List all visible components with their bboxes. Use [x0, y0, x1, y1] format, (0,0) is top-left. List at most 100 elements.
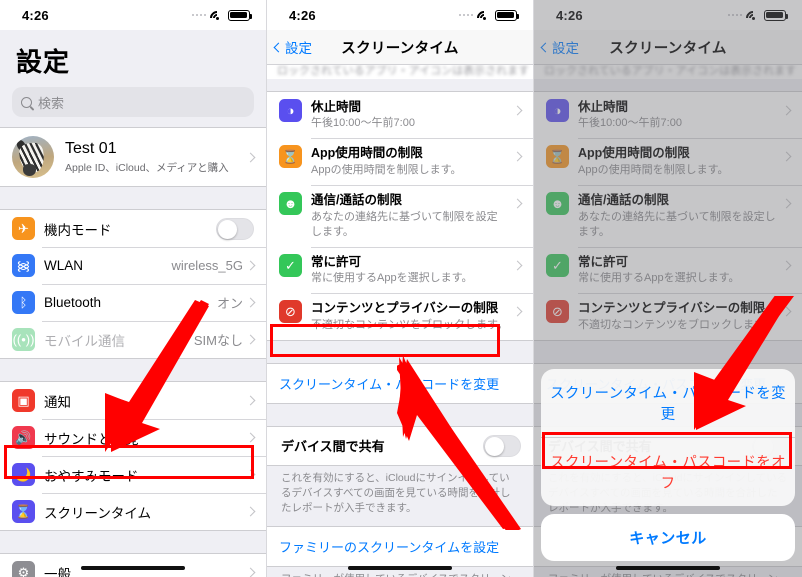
sidebar-item-airplane-mode[interactable]: ✈ 機内モード	[0, 210, 266, 247]
search-icon	[21, 96, 32, 108]
action-change-passcode-button[interactable]: スクリーンタイム・パスコードを変更	[541, 369, 795, 437]
chevron-right-icon	[245, 297, 256, 308]
status-time: 4:26	[22, 7, 49, 23]
signal-dots-icon	[458, 13, 473, 17]
status-indicators	[458, 8, 520, 28]
hourglass-icon: ⌛	[12, 500, 35, 523]
signal-dots-icon	[191, 13, 206, 17]
app-limits-icon: ⌛	[279, 145, 302, 169]
chevron-right-icon	[245, 469, 256, 480]
back-button[interactable]: 設定	[273, 37, 312, 57]
gear-icon: ⚙	[12, 561, 35, 577]
row-label: スクリーンタイム	[44, 505, 152, 521]
item-title: 休止時間	[311, 99, 362, 114]
list-item-communication-limits[interactable]: ☻ 通信/通話の制限 あなたの連絡先に基づいて制限を設定します。	[267, 184, 533, 247]
phone-panel-screen-time: 4:26 設定 スクリーンタイム ロックされているアプリ・アイコンは表示されます	[267, 0, 534, 577]
item-title: App使用時間の制限	[311, 146, 423, 161]
row-label: 通知	[44, 394, 71, 410]
account-row[interactable]: Test 01 Apple ID、iCloud、メディアと購入	[0, 128, 266, 186]
item-subtitle: あなたの連絡先に基づいて制限を設定します。	[311, 210, 498, 238]
notifications-icon: ▣	[12, 389, 35, 412]
cellular-icon: ((•))	[12, 328, 35, 351]
account-name: Test 01	[65, 139, 117, 157]
sidebar-item-bluetooth[interactable]: ᛒ Bluetooth オン	[0, 284, 266, 321]
chevron-right-icon	[245, 506, 256, 517]
share-across-devices-group: デバイス間で共有	[267, 425, 533, 466]
scrolled-text-label: ロックされているアプリ・アイコンは表示されます	[277, 64, 530, 77]
home-indicator	[348, 565, 452, 570]
row-label: Bluetooth	[44, 295, 102, 310]
chevron-right-icon	[512, 105, 523, 115]
chevron-right-icon	[245, 395, 256, 406]
sidebar-item-cellular[interactable]: ((•)) モバイル通信 SIMなし	[0, 321, 266, 358]
passcode-group: スクリーンタイム・パスコードを変更	[267, 362, 533, 404]
phone-panel-action-sheet: 4:26 設定 スクリーンタイム ロックされているアプリ・アイコンは表示されます	[534, 0, 802, 577]
chevron-right-icon	[245, 432, 256, 443]
chevron-right-icon	[245, 334, 256, 345]
avatar	[12, 136, 54, 178]
row-value: オン	[216, 296, 243, 311]
share-across-devices-toggle[interactable]	[483, 434, 521, 457]
item-title: 常に許可	[311, 254, 362, 269]
list-item-always-allowed[interactable]: ✓ 常に許可 常に使用するAppを選択します。	[267, 246, 533, 294]
status-bar: 4:26	[267, 0, 533, 30]
search-input[interactable]: 検索	[12, 87, 254, 117]
airplane-icon: ✈	[12, 217, 35, 240]
downtime-icon: ◑	[279, 98, 302, 122]
share-across-devices-row[interactable]: デバイス間で共有	[267, 426, 533, 465]
list-item-content-privacy[interactable]: ⊘ コンテンツとプライバシーの制限 不適切なコンテンツをブロックします。	[267, 293, 533, 340]
system-group: ▣ 通知 🔊 サウンドと触覚 🌙 おやすみモード ⌛ スクリーンタイム	[0, 381, 266, 531]
status-bar: 4:26	[0, 0, 266, 30]
three-panel-tutorial-screenshot: 4:26 設定 検索 Test 01 Apple ID、iCloud、メディアと…	[0, 0, 802, 577]
row-label: モバイル通信	[44, 333, 125, 349]
family-group: ファミリーのスクリーンタイムを設定	[267, 525, 533, 567]
item-subtitle: 常に使用するAppを選択します。	[311, 272, 473, 285]
item-title: コンテンツとプライバシーの制限	[311, 301, 499, 316]
list-item-downtime[interactable]: ◑ 休止時間 午後10:00〜午前7:00	[267, 91, 533, 139]
chevron-left-icon	[273, 42, 284, 52]
chevron-right-icon	[245, 152, 256, 162]
moon-icon: 🌙	[12, 463, 35, 486]
action-cancel-button[interactable]: キャンセル	[541, 514, 795, 561]
airplane-mode-toggle[interactable]	[216, 217, 254, 240]
sidebar-item-do-not-disturb[interactable]: 🌙 おやすみモード	[0, 456, 266, 493]
sidebar-item-wlan[interactable]: ᯼ WLAN wireless_5G	[0, 247, 266, 284]
nav-title: スクリーンタイム	[341, 40, 459, 57]
status-time: 4:26	[289, 7, 316, 23]
row-label: 機内モード	[44, 222, 112, 238]
account-group: Test 01 Apple ID、iCloud、メディアと購入	[0, 127, 266, 187]
home-indicator	[616, 565, 720, 570]
action-turn-off-passcode-button[interactable]: スクリーンタイム・パスコードをオフ	[541, 437, 795, 506]
sidebar-item-screen-time[interactable]: ⌛ スクリーンタイム	[0, 493, 266, 530]
battery-icon	[495, 9, 520, 21]
account-subtitle: Apple ID、iCloud、メディアと購入	[65, 161, 229, 174]
sidebar-item-sounds[interactable]: 🔊 サウンドと触覚	[0, 419, 266, 456]
action-sheet-options: スクリーンタイム・パスコードを変更 スクリーンタイム・パスコードをオフ	[541, 369, 795, 506]
share-label: デバイス間で共有	[281, 439, 385, 455]
row-label: おやすみモード	[44, 468, 139, 484]
battery-icon	[228, 9, 253, 21]
phone-panel-settings: 4:26 設定 検索 Test 01 Apple ID、iCloud、メディアと…	[0, 0, 267, 577]
screen-time-options-group: ◑ 休止時間 午後10:00〜午前7:00 ⌛ App使用時間の制限 Appの使…	[267, 90, 533, 341]
change-passcode-link[interactable]: スクリーンタイム・パスコードを変更	[267, 363, 533, 403]
chevron-right-icon	[245, 567, 256, 577]
navigation-bar: 設定 スクリーンタイム	[267, 30, 533, 64]
share-footnote: これを有効にすると、iCloudにサインインしているデバイスすべての画面を見てい…	[281, 471, 511, 514]
sidebar-item-notifications[interactable]: ▣ 通知	[0, 382, 266, 419]
chevron-right-icon	[512, 260, 523, 270]
search-container: 検索	[0, 87, 266, 127]
family-screen-time-link[interactable]: ファミリーのスクリーンタイムを設定	[267, 526, 533, 566]
partially-scrolled-text: ロックされているアプリ・アイコンは表示されます	[267, 64, 533, 79]
always-allowed-icon: ✓	[279, 253, 302, 277]
communication-limits-icon: ☻	[279, 191, 302, 215]
item-subtitle: 午後10:00〜午前7:00	[311, 117, 415, 130]
wifi-icon: ᯼	[12, 254, 35, 277]
list-item-app-limits[interactable]: ⌛ App使用時間の制限 Appの使用時間を制限します。	[267, 138, 533, 185]
action-sheet: スクリーンタイム・パスコードを変更 スクリーンタイム・パスコードをオフ キャンセ…	[541, 369, 795, 561]
